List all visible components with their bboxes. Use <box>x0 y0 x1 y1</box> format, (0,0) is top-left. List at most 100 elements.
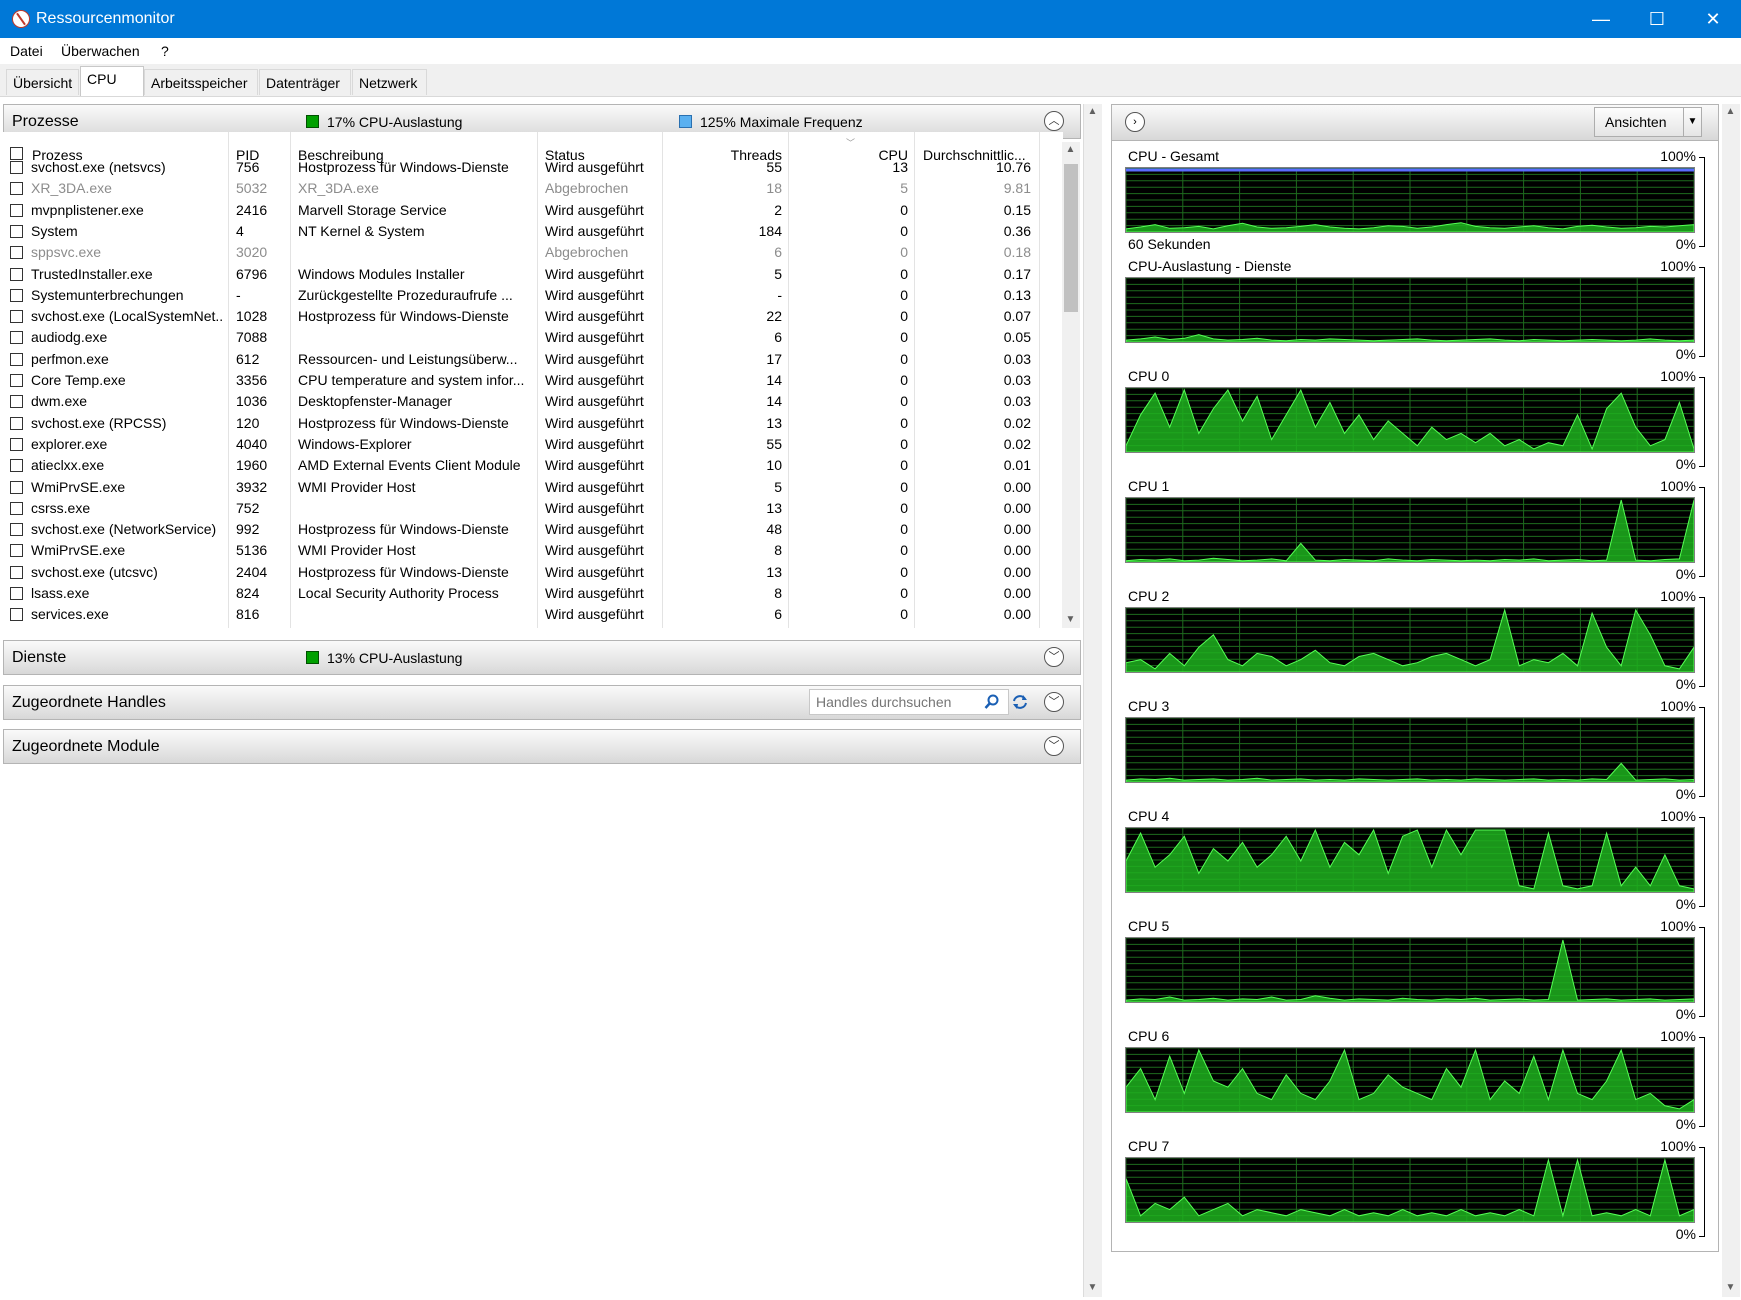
table-row[interactable]: WmiPrvSE.exe 5136 WMI Provider Host Wird au… <box>3 540 1063 561</box>
process-threads: 8 <box>774 585 782 601</box>
process-description: NT Kernel & System <box>298 222 425 239</box>
tab-network[interactable]: Netzwerk <box>352 69 427 95</box>
table-row[interactable]: csrss.exe 752 Wird ausgeführt 13 0 0.00 <box>3 498 1063 519</box>
table-row[interactable]: Core Temp.exe 3356 CPU temperature and sys… <box>3 370 1063 391</box>
process-status: Wird ausgeführt <box>545 563 644 580</box>
row-checkbox[interactable] <box>10 587 23 600</box>
row-checkbox[interactable] <box>10 480 23 494</box>
process-cpu: 0 <box>900 244 908 261</box>
row-checkbox[interactable] <box>10 523 23 537</box>
table-row[interactable]: services.exe 816 Wird ausgeführt 6 0 0.00 <box>3 604 1063 625</box>
row-checkbox[interactable] <box>10 352 23 366</box>
maximize-button[interactable]: ☐ <box>1629 0 1685 38</box>
table-row[interactable]: XR_3DA.exe 5032 XR_3DA.exe Abgebrochen 18 5 9.… <box>3 178 1063 199</box>
scroll-down-icon[interactable]: ▼ <box>1062 614 1079 625</box>
minimize-button[interactable]: — <box>1573 0 1629 38</box>
process-pid: 4040 <box>236 435 268 452</box>
graph-max-label: 100% <box>1660 148 1696 164</box>
collapse-chevron-icon[interactable]: ︿ <box>1044 111 1064 131</box>
tab-overview[interactable]: Übersicht <box>6 69 79 95</box>
row-checkbox[interactable] <box>10 416 23 430</box>
close-button[interactable]: ✕ <box>1685 0 1741 38</box>
views-dropdown-icon[interactable]: ▼ <box>1683 108 1701 136</box>
row-checkbox[interactable] <box>10 161 23 174</box>
process-description: Hostprozess für Windows-Dienste <box>298 308 509 325</box>
menu-help[interactable]: ? <box>161 43 169 59</box>
process-status: Wird ausgeführt <box>545 329 644 346</box>
process-name: svchost.exe (utcsvc) <box>31 563 158 580</box>
table-row[interactable]: WmiPrvSE.exe 3932 WMI Provider Host Wird au… <box>3 477 1063 498</box>
graph-title: CPU 2 <box>1128 588 1170 604</box>
services-cpu-swatch <box>306 651 319 664</box>
table-row[interactable]: System 4 NT Kernel & System Wird ausgeführt… <box>3 221 1063 242</box>
scroll-down-icon[interactable]: ▼ <box>1084 1282 1101 1293</box>
scroll-up-icon[interactable]: ▲ <box>1722 106 1739 117</box>
row-checkbox[interactable] <box>10 288 23 302</box>
menu-file[interactable]: Datei <box>10 43 43 59</box>
row-checkbox[interactable] <box>10 544 23 558</box>
table-row[interactable]: mvpnplistener.exe 2416 Marvell Storage Ser… <box>3 200 1063 221</box>
search-icon[interactable] <box>984 694 1000 710</box>
row-checkbox[interactable] <box>10 501 23 515</box>
scroll-thumb[interactable] <box>1064 164 1078 312</box>
row-checkbox[interactable] <box>10 437 23 451</box>
table-row[interactable]: explorer.exe 4040 Windows-Explorer Wird aus… <box>3 434 1063 455</box>
tab-cpu[interactable]: CPU <box>80 66 144 96</box>
process-cpu: 0 <box>900 606 908 623</box>
tab-disk[interactable]: Datenträger <box>259 69 351 95</box>
table-row[interactable]: svchost.exe (LocalSystemNet... 1028 Hostpr… <box>3 306 1063 327</box>
process-average-cpu: 0.03 <box>1003 372 1031 388</box>
row-checkbox[interactable] <box>10 224 23 238</box>
refresh-icon[interactable] <box>1011 693 1029 711</box>
modules-header[interactable]: Zugeordnete Module ﹀ <box>3 729 1081 764</box>
row-checkbox[interactable] <box>10 267 23 281</box>
table-row[interactable]: Systemunterbrechungen - Zurückgestellte Pr… <box>3 285 1063 306</box>
table-row[interactable]: audiodg.exe 7088 Wird ausgeführt 6 0 0.05 <box>3 327 1063 348</box>
table-row[interactable]: svchost.exe (NetworkService) 992 Hostproze… <box>3 519 1063 540</box>
expand-chevron-icon[interactable]: ﹀ <box>1044 692 1064 712</box>
scroll-up-icon[interactable]: ▲ <box>1062 144 1079 155</box>
tab-memory[interactable]: Arbeitsspeicher <box>144 69 258 95</box>
expand-chevron-icon[interactable]: ﹀ <box>1044 736 1064 756</box>
main-scrollbar[interactable]: ▲ ▼ <box>1083 104 1102 1297</box>
row-checkbox[interactable] <box>10 182 23 196</box>
row-checkbox[interactable] <box>10 331 23 345</box>
table-row[interactable]: TrustedInstaller.exe 6796 Windows Modules … <box>3 264 1063 285</box>
row-checkbox[interactable] <box>10 608 23 622</box>
row-checkbox[interactable] <box>10 203 23 217</box>
scroll-down-icon[interactable]: ▼ <box>1722 1282 1739 1293</box>
process-scrollbar[interactable]: ▲ ▼ <box>1062 142 1080 628</box>
row-checkbox[interactable] <box>10 246 23 260</box>
table-row[interactable]: sppsvc.exe 3020 Abgebrochen 6 0 0.18 <box>3 242 1063 263</box>
services-header[interactable]: Dienste 13% CPU-Auslastung ﹀ <box>3 640 1081 675</box>
scroll-up-icon[interactable]: ▲ <box>1084 106 1101 117</box>
row-checkbox[interactable] <box>10 395 23 409</box>
handles-search-field[interactable] <box>809 689 1009 715</box>
row-checkbox[interactable] <box>10 374 23 387</box>
expand-chevron-icon[interactable]: ﹀ <box>1044 647 1064 667</box>
row-checkbox[interactable] <box>10 310 23 324</box>
views-button[interactable]: Ansichten ▼ <box>1594 107 1702 137</box>
row-checkbox[interactable] <box>10 459 23 473</box>
process-pid: 1036 <box>236 393 268 410</box>
graph-scale-bracket <box>1699 1147 1705 1237</box>
table-row[interactable]: dwm.exe 1036 Desktopfenster-Manager Wird au… <box>3 391 1063 412</box>
table-row[interactable]: atieclxx.exe 1960 AMD External Events Clie… <box>3 455 1063 476</box>
table-row[interactable]: svchost.exe (netsvcs) 756 Hostprozess für … <box>3 157 1063 178</box>
process-status: Abgebrochen <box>545 244 629 261</box>
process-status: Wird ausgeführt <box>545 265 644 282</box>
process-threads: 48 <box>766 521 782 538</box>
table-row[interactable]: perfmon.exe 612 Ressourcen- und Leistungsü… <box>3 349 1063 370</box>
collapse-pane-arrow-icon[interactable]: › <box>1125 112 1145 132</box>
table-row[interactable]: svchost.exe (RPCSS) 120 Hostprozess für Wi… <box>3 413 1063 434</box>
process-pid: 120 <box>236 414 260 431</box>
table-row[interactable]: svchost.exe (utcsvc) 2404 Hostprozess für … <box>3 562 1063 583</box>
handles-search-input[interactable] <box>814 690 978 714</box>
graph-scale-bracket <box>1699 1037 1705 1127</box>
row-checkbox[interactable] <box>10 565 23 579</box>
process-status: Wird ausgeführt <box>545 414 644 431</box>
table-row[interactable]: lsass.exe 824 Local Security Authority Pro… <box>3 583 1063 604</box>
graph-scale-bracket <box>1699 157 1705 247</box>
graphs-scrollbar[interactable]: ▲ ▼ <box>1722 104 1740 1297</box>
menu-monitor[interactable]: Überwachen <box>61 43 140 59</box>
